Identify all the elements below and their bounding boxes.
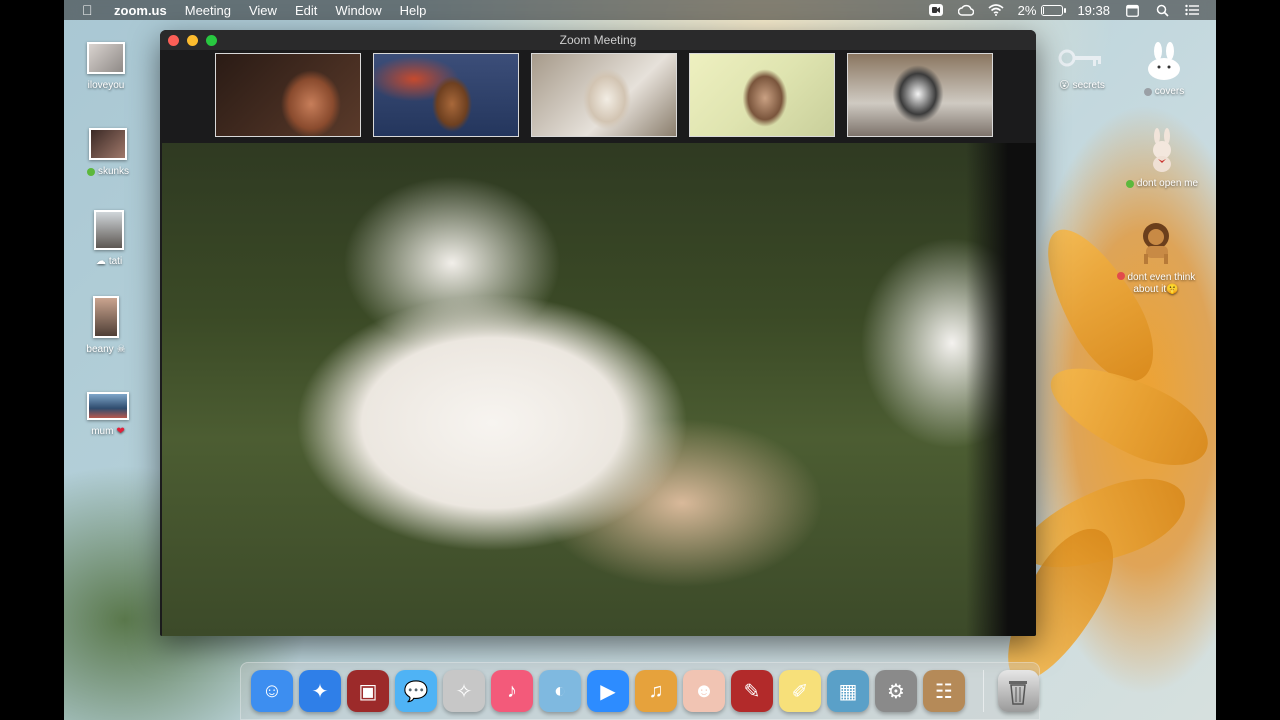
tag-dot-red: [1116, 272, 1125, 280]
surprised-emoji-icon: 😮: [1059, 80, 1070, 91]
zoom-icon[interactable]: ▶: [587, 670, 629, 712]
desktop-icon-dont-open-me[interactable]: dont open me: [1120, 128, 1204, 191]
sequel-pro-icon[interactable]: ◐: [539, 670, 581, 712]
key-icon: [1057, 44, 1107, 72]
heart-icon: ❤: [116, 426, 125, 437]
desktop-icon-label: beany: [86, 344, 114, 355]
participant-video-tile[interactable]: [215, 53, 361, 137]
desktop-icon-beany[interactable]: beany ☠: [64, 296, 148, 356]
trash-icon[interactable]: [997, 670, 1039, 712]
lion-icon: [1132, 220, 1180, 266]
participant-video-tile[interactable]: [689, 53, 835, 137]
participant-video-tile[interactable]: [531, 53, 677, 137]
skull-icon: ☠: [116, 344, 126, 355]
shush-emoji-icon: 🤫: [1166, 284, 1179, 295]
garageband-icon[interactable]: ♫: [635, 670, 677, 712]
desktop-icon-label: covers: [1154, 86, 1185, 97]
spotlight-search-icon[interactable]: [1154, 3, 1170, 17]
window-title-bar[interactable]: Zoom Meeting: [160, 30, 1036, 50]
desktop-icon-dont-even-think[interactable]: dont even think about it🤫: [1114, 220, 1198, 296]
desktop-icon-covers[interactable]: covers: [1122, 42, 1206, 99]
participant-video-tile[interactable]: [373, 53, 519, 137]
desktop:  zoom.us Meeting View Edit Window Help …: [64, 0, 1216, 720]
participant-video-tile[interactable]: [847, 53, 993, 137]
tag-dot-green: [1125, 180, 1134, 188]
menu-view[interactable]: View: [240, 3, 286, 18]
desktop-icon-label: tati: [108, 256, 123, 267]
calendar-icon[interactable]: [1124, 3, 1140, 17]
battery-icon: [1041, 4, 1067, 16]
bunny-icon: [1144, 42, 1184, 80]
apple-menu-icon[interactable]: : [82, 2, 110, 18]
window-title: Zoom Meeting: [559, 33, 637, 47]
menu-help[interactable]: Help: [391, 3, 436, 18]
desktop-thumbnail: [87, 392, 129, 420]
desktop-icon-label: secrets: [1072, 80, 1105, 91]
stickies-icon[interactable]: ✐: [779, 670, 821, 712]
desktop-icon-iloveyou[interactable]: iloveyou: [64, 42, 148, 92]
desktop-thumbnail: [87, 42, 125, 74]
system-preferences-icon[interactable]: ⚙: [875, 670, 917, 712]
desktop-icon-mum[interactable]: mum ❤: [66, 392, 150, 438]
desktop-icon-skunks[interactable]: skunks: [66, 128, 150, 179]
rabbit-doll-icon: [1145, 128, 1179, 172]
creative-cloud-icon[interactable]: [957, 3, 974, 17]
desktop-icon-label: skunks: [97, 166, 130, 177]
dock-apps: ☺ ✦ ▣ 💬 ✧ ♪ ◐ ▶ ♫ ☻ ✎ ✐ ▦ ⚙ ☷: [251, 670, 965, 712]
desktop-icon-tati[interactable]: ☁ tati: [67, 210, 151, 268]
dock: ☺ ✦ ▣ 💬 ✧ ♪ ◐ ▶ ♫ ☻ ✎ ✐ ▦ ⚙ ☷: [240, 662, 1040, 720]
contacts-icon[interactable]: ☷: [923, 670, 965, 712]
active-speaker-video[interactable]: [162, 143, 1036, 636]
preview-icon[interactable]: ▦: [827, 670, 869, 712]
photo-booth-icon[interactable]: ▣: [347, 670, 389, 712]
desktop-icon-label: dont even think about it: [1127, 272, 1196, 295]
video-shadow: [966, 143, 1036, 636]
cyberduck-icon[interactable]: ✧: [443, 670, 485, 712]
messages-icon[interactable]: 💬: [395, 670, 437, 712]
music-icon[interactable]: ♪: [491, 670, 533, 712]
desktop-thumbnail: [89, 128, 127, 160]
menu-edit[interactable]: Edit: [286, 3, 326, 18]
dock-separator: [983, 670, 984, 712]
tag-dot-green: [86, 168, 95, 176]
avatar-app-icon[interactable]: ☻: [683, 670, 725, 712]
photo-editor-icon[interactable]: ✎: [731, 670, 773, 712]
menu-meeting[interactable]: Meeting: [176, 3, 240, 18]
notification-center-icon[interactable]: [1184, 3, 1200, 17]
safari-icon[interactable]: ✦: [299, 670, 341, 712]
desktop-icon-label: dont open me: [1136, 178, 1199, 189]
menu-bar:  zoom.us Meeting View Edit Window Help …: [64, 0, 1216, 20]
cloud-icon: ☁: [95, 256, 106, 267]
window-close-button[interactable]: [168, 35, 179, 46]
participant-strip: [215, 53, 993, 137]
clock[interactable]: 19:38: [1077, 3, 1110, 18]
battery-status[interactable]: 2%: [1017, 2, 1067, 18]
desktop-icon-label: mum: [91, 426, 114, 437]
menu-window[interactable]: Window: [326, 3, 390, 18]
desktop-icon-label: iloveyou: [87, 80, 125, 91]
wifi-icon[interactable]: [988, 3, 1004, 17]
zoom-meeting-window: Zoom Meeting: [160, 30, 1036, 636]
zoom-status-icon[interactable]: [928, 3, 944, 17]
desktop-icon-secrets[interactable]: 😮 secrets: [1040, 44, 1124, 92]
battery-percent: 2%: [1017, 2, 1037, 18]
desktop-thumbnail: [94, 210, 124, 250]
window-zoom-button[interactable]: [206, 35, 217, 46]
menu-app-name[interactable]: zoom.us: [110, 3, 176, 18]
window-minimize-button[interactable]: [187, 35, 198, 46]
finder-icon[interactable]: ☺: [251, 670, 293, 712]
desktop-thumbnail: [93, 296, 119, 338]
tag-dot-gray: [1143, 88, 1152, 96]
